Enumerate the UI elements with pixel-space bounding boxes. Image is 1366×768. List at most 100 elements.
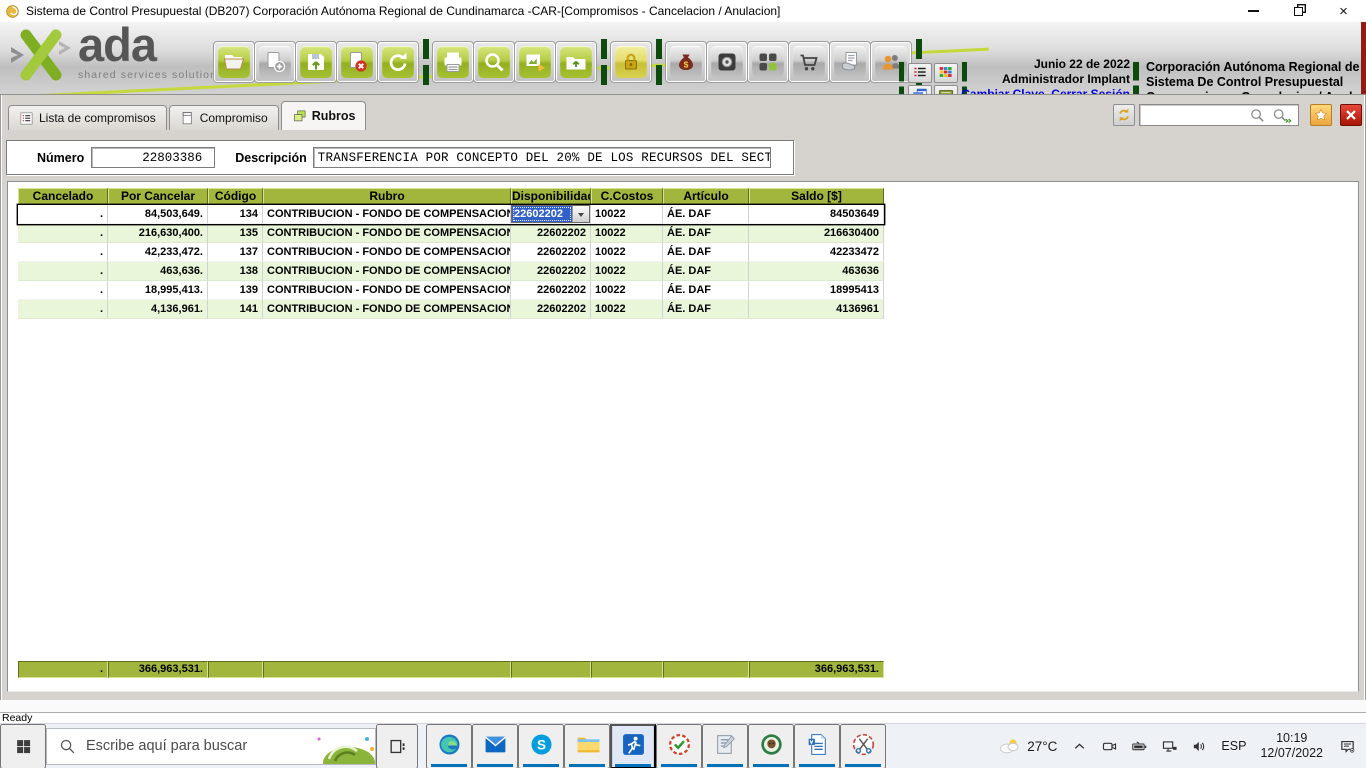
battery-icon[interactable] <box>1131 738 1148 755</box>
cell: 10022 <box>591 243 663 262</box>
column-header[interactable]: Disponibilidad <box>511 188 591 205</box>
chevron-up-icon[interactable] <box>1071 738 1088 755</box>
minimize-button[interactable] <box>1231 0 1276 22</box>
temperature[interactable]: 27°C <box>1027 739 1057 754</box>
delete-document-button[interactable] <box>337 42 377 82</box>
running-indicator <box>661 764 697 767</box>
new-document-button[interactable] <box>255 42 295 82</box>
quick-search-box <box>1139 104 1299 126</box>
disponibilidad-combobox[interactable]: 22602202 <box>511 205 590 223</box>
table-row[interactable]: .42,233,472.137CONTRIBUCION - FONDO DE C… <box>18 243 884 262</box>
table-row[interactable]: .4,136,961.141CONTRIBUCION - FONDO DE CO… <box>18 300 884 319</box>
restore-button[interactable] <box>1276 0 1321 22</box>
cell: ÁE. DAF <box>663 205 749 224</box>
total-cell <box>591 661 663 678</box>
run-app-taskbar-button[interactable] <box>610 724 656 768</box>
taskbar-search[interactable]: Escribe aquí para buscar <box>46 728 376 765</box>
search-next-icon[interactable] <box>1271 107 1292 124</box>
tray-time: 10:19 <box>1260 731 1323 746</box>
mail-taskbar-button[interactable] <box>472 724 518 768</box>
column-header[interactable]: Código <box>208 188 263 205</box>
open-folder-icon <box>218 46 250 78</box>
column-header[interactable]: C.Costos <box>591 188 663 205</box>
numero-field[interactable] <box>91 147 215 168</box>
quick-search-input[interactable] <box>1140 105 1240 125</box>
table-row[interactable]: .18,995,413.139CONTRIBUCION - FONDO DE C… <box>18 281 884 300</box>
cell: 18995413 <box>749 281 884 300</box>
snipping-tool-taskbar-button[interactable] <box>840 724 886 768</box>
search-preview-button[interactable] <box>474 42 514 82</box>
descripcion-field[interactable] <box>313 147 771 168</box>
cell: 463,636. <box>108 262 208 281</box>
column-header[interactable]: Por Cancelar <box>108 188 208 205</box>
cerrar-sesion-link[interactable]: Cerrar Sesión <box>1051 87 1130 95</box>
shopping-cart-button[interactable] <box>789 42 829 82</box>
refresh-button[interactable] <box>1113 104 1135 126</box>
export-image-button[interactable] <box>515 42 555 82</box>
open-folder-button[interactable] <box>214 42 254 82</box>
total-cell <box>511 661 591 678</box>
grid-small-icon <box>937 65 955 82</box>
notepad-icon <box>713 732 738 760</box>
cell: CONTRIBUCION - FONDO DE COMPENSACION <box>263 262 511 281</box>
notepad-taskbar-button[interactable] <box>702 724 748 768</box>
running-indicator <box>477 764 513 767</box>
descripcion-label: Descripción <box>235 151 307 165</box>
import-folder-button[interactable] <box>556 42 596 82</box>
print-button[interactable] <box>433 42 473 82</box>
edge-taskbar-button[interactable] <box>426 724 472 768</box>
start-button[interactable] <box>0 724 46 768</box>
cell: 22602202 <box>511 243 591 262</box>
cambiar-clave-link[interactable]: Cambiar Clave <box>961 87 1044 95</box>
search-preview-icon <box>478 46 510 78</box>
weather-icon[interactable] <box>997 734 1021 758</box>
search-icon[interactable] <box>1249 107 1266 124</box>
column-header[interactable]: Artículo <box>663 188 749 205</box>
close-icon: × <box>1339 4 1348 19</box>
safe-button[interactable] <box>707 42 747 82</box>
schedule-taskbar-button[interactable] <box>656 724 702 768</box>
tab-label: Compromiso <box>200 111 268 125</box>
table-body: .84,503,649.134CONTRIBUCION - FONDO DE C… <box>18 205 884 319</box>
export-image-icon <box>519 46 551 78</box>
clock[interactable]: 10:19 12/07/2022 <box>1260 731 1323 761</box>
table-row[interactable]: .216,630,400.135CONTRIBUCION - FONDO DE … <box>18 224 884 243</box>
action-center-icon[interactable] <box>1339 738 1356 755</box>
column-header[interactable]: Cancelado <box>18 188 108 205</box>
language-indicator[interactable]: ESP <box>1221 739 1246 753</box>
import-folder-icon <box>560 46 592 78</box>
edge-icon <box>437 732 462 760</box>
skype-taskbar-button[interactable]: S <box>518 724 564 768</box>
column-header[interactable]: Rubro <box>263 188 511 205</box>
network-icon[interactable] <box>1161 738 1178 755</box>
favorite-button[interactable] <box>1310 104 1332 126</box>
task-view-button[interactable] <box>376 724 418 768</box>
meet-now-icon[interactable] <box>1101 738 1118 755</box>
table-row[interactable]: .463,636.138CONTRIBUCION - FONDO DE COMP… <box>18 262 884 281</box>
svg-text:S: S <box>536 738 545 753</box>
refresh-icon <box>1116 107 1132 123</box>
chevron-down-icon[interactable] <box>572 206 589 222</box>
tab-lista-de-compromisos[interactable]: Lista de compromisos <box>8 105 167 130</box>
receipt-button[interactable] <box>830 42 870 82</box>
undo-button[interactable] <box>378 42 418 82</box>
cell: ÁE. DAF <box>663 281 749 300</box>
tab-compromiso[interactable]: Compromiso <box>169 105 279 130</box>
modules-button[interactable] <box>748 42 788 82</box>
lock-button[interactable] <box>611 42 651 82</box>
table-row[interactable]: .84,503,649.134CONTRIBUCION - FONDO DE C… <box>18 205 884 224</box>
save-button[interactable] <box>296 42 336 82</box>
windows-small-button[interactable] <box>908 85 932 95</box>
screen: Sistema de Control Presupuestal (DB207) … <box>0 0 1366 768</box>
tab-rubros[interactable]: Rubros <box>281 101 367 130</box>
green-badge-app-taskbar-button[interactable] <box>748 724 794 768</box>
file-explorer-taskbar-button[interactable] <box>564 724 610 768</box>
close-button[interactable]: × <box>1321 0 1366 22</box>
volume-icon[interactable] <box>1191 738 1208 755</box>
money-bag-button[interactable]: $ <box>666 42 706 82</box>
column-header[interactable]: Saldo [$] <box>749 188 884 205</box>
list-small-button[interactable] <box>908 63 932 83</box>
document-editor-taskbar-button[interactable] <box>794 724 840 768</box>
close-tab-button[interactable] <box>1340 104 1362 126</box>
restore-icon <box>1294 7 1303 16</box>
